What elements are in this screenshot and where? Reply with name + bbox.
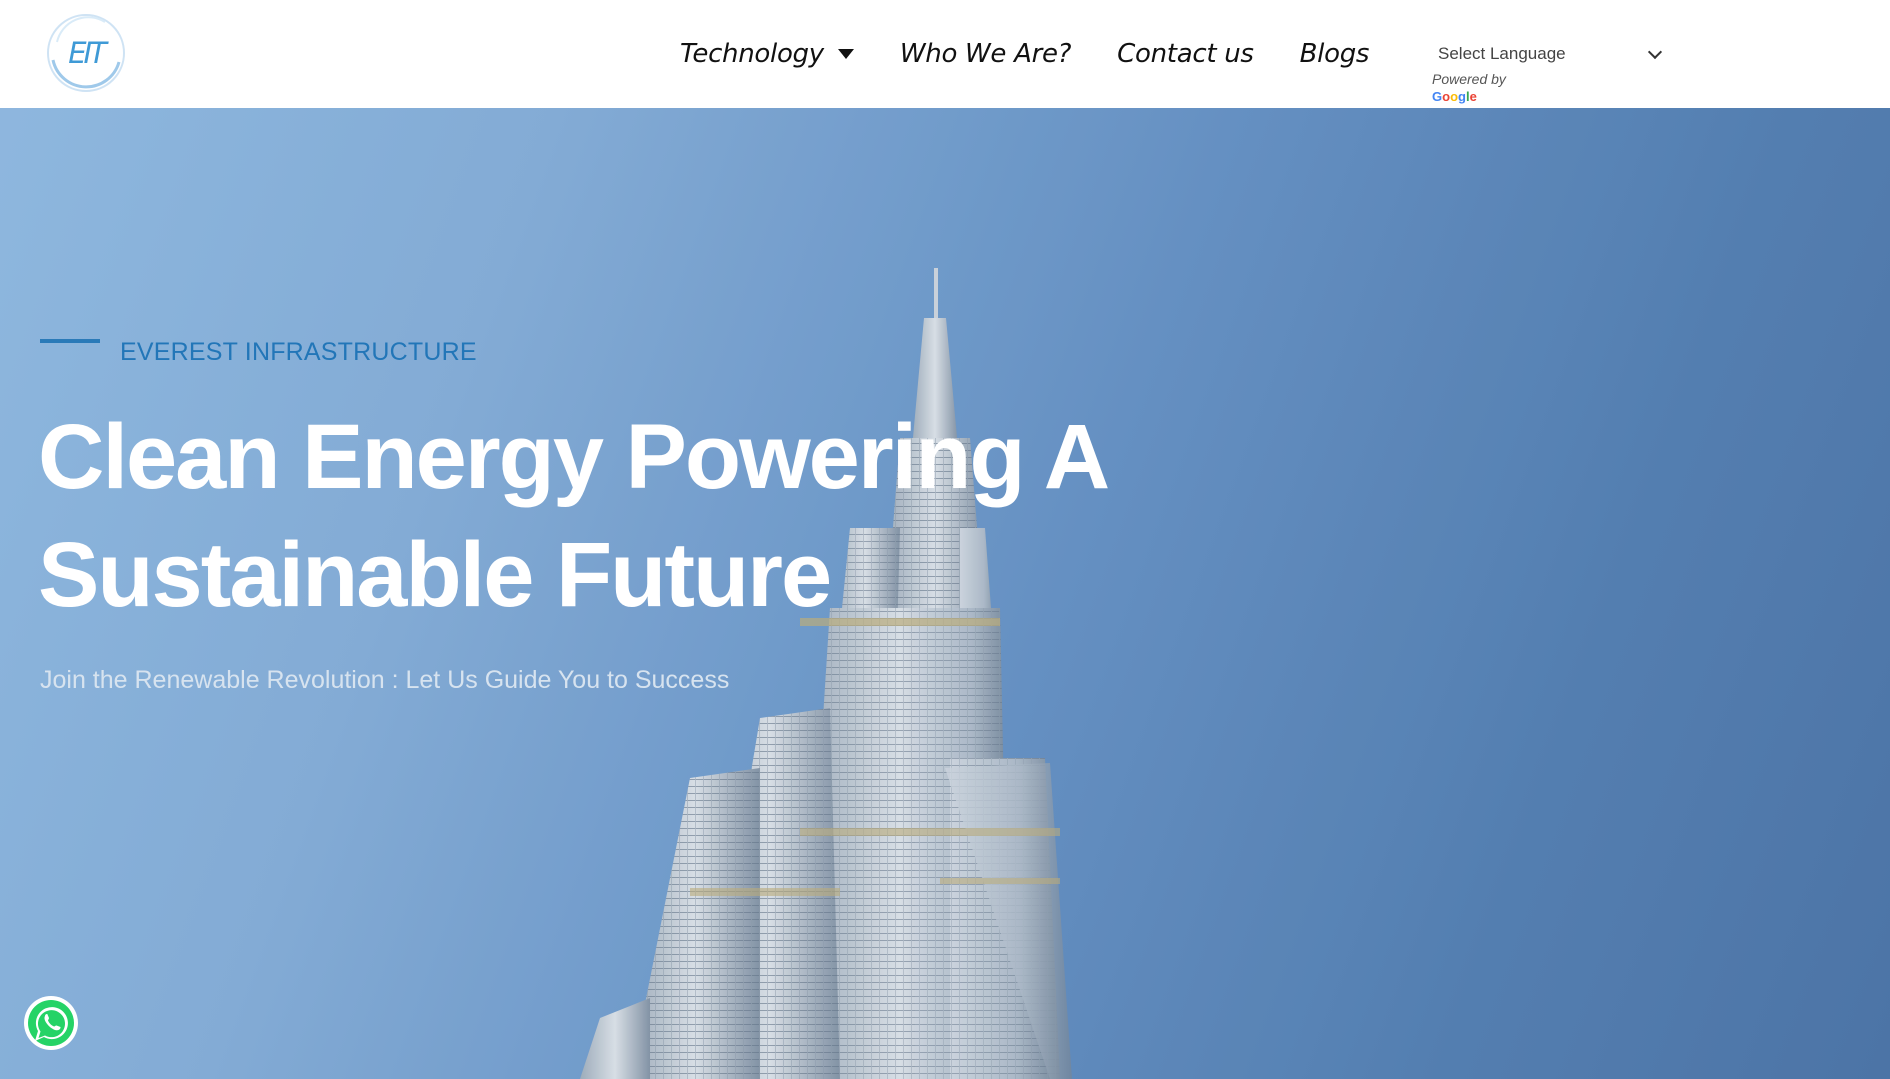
main-nav: Technology Who We Are? Contact us Blogs [680, 34, 1369, 74]
nav-item-label: Blogs [1299, 39, 1370, 69]
hero-eyebrow: EVEREST INFRASTRUCTURE [120, 338, 477, 366]
language-select-value: Select Language [1438, 44, 1566, 63]
caret-down-icon [837, 49, 854, 59]
nav-item-label: Who We Are? [899, 39, 1072, 69]
nav-item-label: Contact us [1117, 39, 1254, 69]
hero-section: EVEREST INFRASTRUCTURE Clean Energy Powe… [0, 108, 1890, 1079]
site-logo[interactable]: EIT [45, 12, 127, 94]
language-select[interactable]: Select Language [1430, 40, 1666, 68]
whatsapp-button[interactable] [23, 995, 79, 1051]
headline-line-1: Clean Energy Powering A [38, 406, 1110, 508]
logo-text: EIT [68, 36, 107, 70]
eyebrow-accent-line [40, 339, 100, 343]
nav-item-technology[interactable]: Technology [680, 39, 854, 69]
whatsapp-icon [24, 996, 78, 1050]
nav-item-contact-us[interactable]: Contact us [1117, 39, 1254, 69]
nav-item-blogs[interactable]: Blogs [1300, 39, 1370, 69]
hero-tagline: Join the Renewable Revolution : Let Us G… [40, 666, 730, 694]
powered-by-label: Powered by [1432, 71, 1506, 87]
hero-headline: Clean Energy Powering A Sustainable Futu… [38, 398, 1138, 634]
headline-line-2: Sustainable Future [38, 524, 832, 626]
site-header: EIT Technology Who We Are? Contact us Bl… [0, 0, 1890, 108]
chevron-down-icon [1647, 44, 1663, 60]
nav-item-label: Technology [680, 39, 824, 69]
google-logo[interactable]: Google [1432, 89, 1477, 104]
nav-item-who-we-are[interactable]: Who We Are? [899, 39, 1072, 69]
